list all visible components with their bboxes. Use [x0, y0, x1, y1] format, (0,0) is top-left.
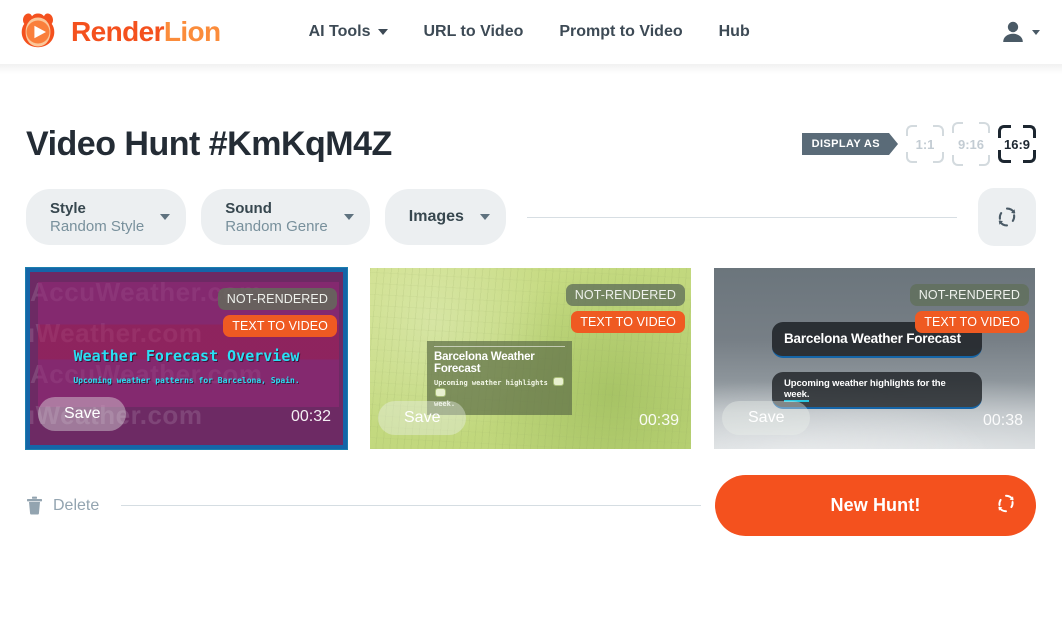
display-as-label: DISPLAY AS — [801, 133, 899, 155]
delete-button[interactable]: Delete — [26, 496, 99, 515]
video-duration: 00:32 — [290, 408, 331, 425]
ratio-button-1-1[interactable]: 1:1 — [906, 125, 944, 163]
images-label: Images — [408, 208, 464, 225]
chevron-down-icon — [343, 214, 354, 220]
corner-bracket — [933, 125, 944, 136]
style-label: Style — [50, 199, 86, 217]
display-as-group: DISPLAY AS 1:1 9:16 16:9 — [801, 122, 1036, 166]
sound-label: Sound — [225, 199, 272, 217]
type-badge: TEXT TO VIDEO — [915, 311, 1029, 333]
style-value: Random Style — [50, 217, 145, 235]
new-hunt-label: New Hunt! — [830, 495, 921, 515]
refresh-icon — [998, 494, 1014, 512]
video-card[interactable]: Barcelona Weather Forecast Upcoming weat… — [714, 268, 1035, 449]
corner-bracket — [933, 152, 944, 163]
chevron-down-icon — [160, 214, 171, 220]
page-body: Video Hunt #KmKqM4Z DISPLAY AS 1:1 9:16 — [0, 122, 1062, 536]
video-badges: NOT-RENDERED TEXT TO VIDEO — [217, 288, 337, 337]
main-navigation: AI Tools URL to Video Prompt to Video Hu… — [309, 23, 750, 41]
save-button[interactable]: Save — [722, 401, 811, 435]
sound-dropdown[interactable]: Sound Random Genre — [201, 189, 370, 245]
style-dropdown-text: Style Random Style — [50, 200, 144, 235]
nav-item-ai-tools[interactable]: AI Tools — [309, 23, 388, 41]
video-title: Barcelona Weather Forecast — [434, 351, 535, 375]
delete-label: Delete — [53, 496, 100, 514]
video-card[interactable]: AccuWeather.com AccuWeather.com AccuWeat… — [25, 267, 348, 450]
video-duration: 00:39 — [638, 412, 679, 429]
nav-item-hub[interactable]: Hub — [719, 23, 750, 41]
corner-bracket — [998, 150, 1011, 163]
video-badges: NOT-RENDERED TEXT TO VIDEO — [565, 284, 685, 333]
brand-wordmark: RenderLion — [71, 16, 221, 48]
nav-item-url-to-video[interactable]: URL to Video — [424, 23, 524, 41]
ratio-label: 9:16 — [957, 136, 985, 152]
video-title: Barcelona Weather Forecast — [784, 331, 961, 346]
video-subtitle-text: Upcoming weather highlights — [434, 379, 548, 387]
video-results-grid: AccuWeather.com AccuWeather.com AccuWeat… — [25, 267, 1036, 450]
video-subtitle: Upcoming weather patterns for Barcelona,… — [73, 376, 300, 385]
refresh-icon — [998, 207, 1016, 227]
page-title: Video Hunt #KmKqM4Z — [26, 124, 392, 163]
corner-bracket — [998, 125, 1011, 138]
ratio-button-16-9[interactable]: 16:9 — [998, 125, 1036, 163]
corner-bracket — [906, 152, 917, 163]
video-subtitle-overlay: Upcoming weather highlights for the week… — [772, 372, 982, 409]
ratio-button-9-16[interactable]: 9:16 — [952, 122, 990, 166]
status-badge: NOT-RENDERED — [217, 288, 337, 310]
filter-bar: Style Random Style Sound Random Genre Im… — [26, 188, 1036, 246]
corner-bracket — [979, 122, 990, 133]
video-subtitle-text: Upcoming weather highlights for the — [784, 378, 946, 389]
sound-value: Random Genre — [225, 217, 328, 235]
emoji-icon — [435, 388, 446, 397]
user-account-icon — [1003, 21, 1023, 42]
corner-bracket — [952, 155, 963, 166]
filter-divider — [526, 216, 957, 218]
corner-bracket — [979, 155, 990, 166]
nav-item-label: URL to Video — [423, 23, 524, 40]
type-badge: TEXT TO VIDEO — [571, 311, 685, 333]
nav-item-label: Prompt to Video — [559, 23, 683, 40]
new-hunt-refresh-button[interactable] — [994, 491, 1018, 520]
overlay-rule — [434, 346, 565, 347]
chevron-down-icon — [1032, 29, 1040, 35]
site-header: RenderLion AI Tools URL to Video Prompt … — [0, 0, 1062, 74]
title-row: Video Hunt #KmKqM4Z DISPLAY AS 1:1 9:16 — [26, 122, 1036, 166]
ratio-label: 1:1 — [915, 136, 935, 152]
status-badge: NOT-RENDERED — [909, 284, 1029, 306]
brand-word-render: Render — [71, 16, 164, 47]
video-card[interactable]: Barcelona Weather Forecast Upcoming weat… — [370, 268, 691, 449]
brand-logo[interactable]: RenderLion — [14, 8, 221, 56]
style-dropdown[interactable]: Style Random Style — [26, 189, 187, 245]
sound-dropdown-text: Sound Random Genre — [225, 200, 328, 235]
status-badge: NOT-RENDERED — [565, 284, 685, 306]
images-dropdown[interactable]: Images — [384, 189, 506, 245]
regenerate-options-button[interactable] — [978, 188, 1036, 246]
footer-divider — [121, 505, 701, 506]
action-footer: Delete New Hunt! — [26, 475, 1036, 536]
video-title: Weather Forecast Overview — [73, 347, 300, 365]
emoji-icon — [553, 377, 565, 386]
corner-bracket — [906, 125, 917, 136]
save-button[interactable]: Save — [38, 397, 127, 431]
corner-bracket — [952, 122, 963, 133]
lion-play-logo-icon — [21, 13, 55, 48]
nav-item-prompt-to-video[interactable]: Prompt to Video — [559, 23, 682, 41]
save-button[interactable]: Save — [378, 401, 467, 435]
trash-icon — [27, 496, 42, 515]
corner-bracket — [1023, 150, 1036, 163]
nav-item-label: Hub — [718, 23, 750, 40]
chevron-down-icon — [377, 29, 388, 35]
brand-word-lion: Lion — [163, 16, 221, 47]
type-badge: TEXT TO VIDEO — [223, 315, 337, 337]
video-duration: 00:38 — [982, 412, 1023, 429]
video-subtitle: Upcoming weather highlights for the week… — [784, 378, 972, 402]
watermark-line: AccuWeather.com — [30, 436, 343, 445]
corner-bracket — [1023, 125, 1036, 138]
chevron-down-icon — [479, 214, 490, 220]
account-menu[interactable] — [999, 18, 1040, 46]
nav-item-label: AI Tools — [308, 23, 371, 40]
video-badges: NOT-RENDERED TEXT TO VIDEO — [909, 284, 1029, 333]
new-hunt-button[interactable]: New Hunt! — [715, 475, 1036, 536]
